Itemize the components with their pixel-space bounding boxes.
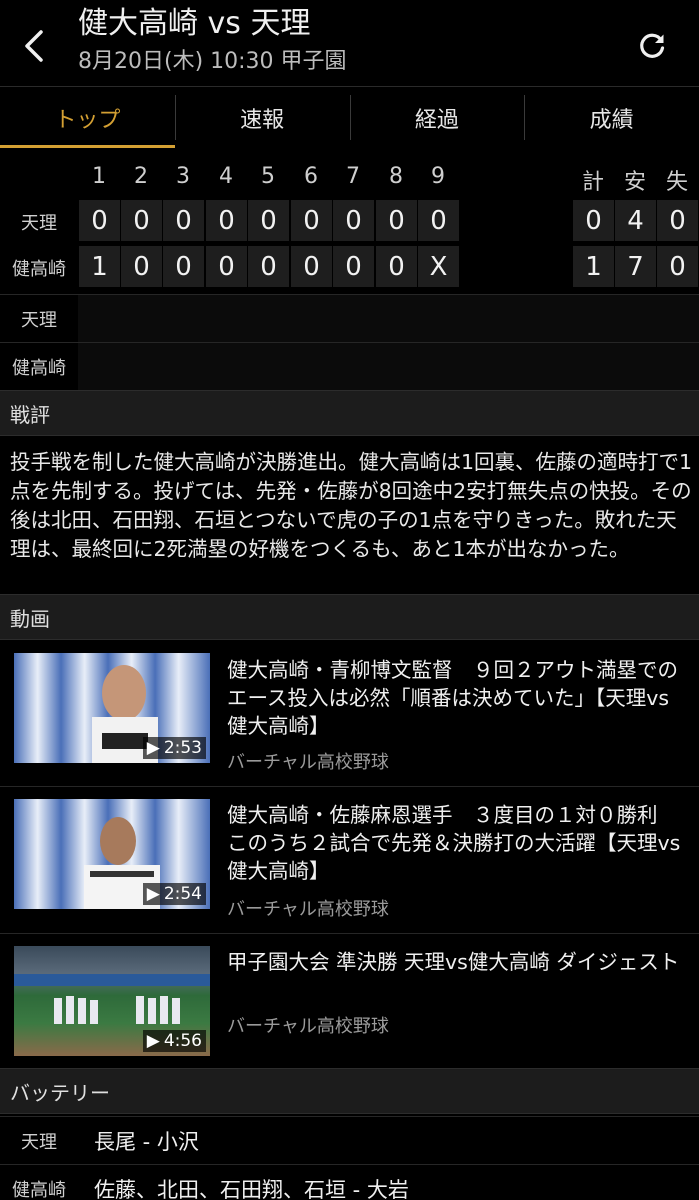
inning-score: 0 <box>291 246 332 287</box>
team-label: 天理 <box>21 309 57 331</box>
video-duration: ▶ 2:53 <box>142 737 206 759</box>
inning-header: 7 <box>346 164 360 189</box>
back-button[interactable] <box>14 20 54 72</box>
video-item[interactable]: ▶ 2:54 健大高崎・佐藤麻恩選手 ３度目の１対０勝利 このうち２試合で先発＆… <box>0 787 699 933</box>
inning-header: 1 <box>92 164 106 189</box>
inning-score: 0 <box>418 200 459 241</box>
inning-score: 0 <box>121 246 162 287</box>
team-label: 健高崎 <box>12 1179 66 1200</box>
pitcher-row: 天理 <box>0 294 699 342</box>
total-stat: 4 <box>615 200 656 241</box>
tab-stats[interactable]: 成績 <box>524 87 699 148</box>
pitcher-value <box>78 343 699 390</box>
play-icon: ▶ <box>146 738 160 758</box>
video-thumbnail: ▶ 4:56 <box>14 946 210 1056</box>
tab-live[interactable]: 速報 <box>174 87 350 148</box>
totals-header: 失 <box>665 170 688 195</box>
battery-value: 佐藤、北田、石田翔、石垣 - 大岩 <box>94 1177 409 1200</box>
total-stat: 0 <box>657 200 698 241</box>
team-label: 天理 <box>21 1131 57 1153</box>
video-thumbnail: ▶ 2:54 <box>14 799 210 909</box>
refresh-icon <box>640 33 665 58</box>
pitcher-row: 健高崎 <box>0 342 699 390</box>
inning-score: 0 <box>163 246 204 287</box>
game-review-text: 投手戦を制した健大高崎が決勝進出。健大高崎は1回裏、佐藤の適時打で1点を先制する… <box>10 450 693 561</box>
play-icon: ▶ <box>146 884 160 904</box>
refresh-button[interactable] <box>630 24 674 68</box>
tab-top[interactable]: トップ <box>0 87 175 148</box>
game-datetime-venue: 8月20日(木) 10:30 甲子園 <box>78 49 347 74</box>
inning-header: 2 <box>134 164 148 189</box>
inning-score: 0 <box>333 246 374 287</box>
video-duration: ▶ 2:54 <box>142 883 206 905</box>
inning-score: 0 <box>206 246 247 287</box>
inning-score: 0 <box>248 200 289 241</box>
total-stat: 0 <box>573 200 614 241</box>
team-name: 天理 <box>21 213 57 234</box>
inning-header: 4 <box>219 164 233 189</box>
inning-header: 8 <box>389 164 403 189</box>
section-header-battery: バッテリー <box>0 1068 699 1114</box>
inning-header: 9 <box>431 164 445 189</box>
battery-row: 健高崎 佐藤、北田、石田翔、石垣 - 大岩 <box>0 1164 699 1200</box>
total-stat: 0 <box>657 246 698 287</box>
total-stat: 1 <box>573 246 614 287</box>
pitcher-value <box>78 295 699 342</box>
inning-header: 3 <box>176 164 190 189</box>
inning-score: 0 <box>376 246 417 287</box>
scoreboard: 1 2 3 4 5 6 7 8 9 計安失天理 0 0 0 0 0 0 0 0 0 0 4 0 健高崎 1 0 0 0 0 0 0 0 X 1 7… <box>0 150 699 290</box>
inning-score: 0 <box>79 200 120 241</box>
inning-score: 0 <box>206 200 247 241</box>
inning-score: 1 <box>79 246 120 287</box>
totals-header: 安 <box>623 170 646 195</box>
video-item[interactable]: ▶ 4:56 甲子園大会 準決勝 天理vs健大高崎 ダイジェスト バーチャル高校… <box>0 934 699 1080</box>
inning-score: 0 <box>333 200 374 241</box>
video-source: バーチャル高校野球 <box>227 899 389 920</box>
play-icon: ▶ <box>146 1031 160 1051</box>
inning-score: 0 <box>376 200 417 241</box>
total-stat: 7 <box>615 246 656 287</box>
section-header-review: 戦評 <box>0 390 699 436</box>
inning-score: 0 <box>163 200 204 241</box>
video-title: 健大高崎・青柳博文監督 ９回２アウト満塁でのエース投入は必然「順番は決めていた」… <box>227 658 678 738</box>
video-source: バーチャル高校野球 <box>227 1016 389 1037</box>
team-label: 健高崎 <box>12 357 66 379</box>
inning-score: X <box>418 246 459 287</box>
video-thumbnail: ▶ 2:53 <box>14 653 210 763</box>
totals-header: 計 <box>581 170 604 195</box>
team-name: 健高崎 <box>12 259 66 280</box>
tab-progress[interactable]: 経過 <box>349 87 525 148</box>
inning-score: 0 <box>248 246 289 287</box>
video-duration: ▶ 4:56 <box>142 1030 206 1052</box>
battery-value: 長尾 - 小沢 <box>94 1129 199 1154</box>
video-title: 甲子園大会 準決勝 天理vs健大高崎 ダイジェスト <box>227 950 680 974</box>
video-source: バーチャル高校野球 <box>227 752 389 773</box>
app-header: 健大高崎 vs 天理 8月20日(木) 10:30 甲子園 <box>0 0 699 86</box>
chevron-left-icon <box>25 30 43 62</box>
inning-header: 6 <box>304 164 318 189</box>
battery-row: 天理 長尾 - 小沢 <box>0 1116 699 1164</box>
game-title: 健大高崎 vs 天理 <box>78 6 311 41</box>
video-item[interactable]: ▶ 2:53 健大高崎・青柳博文監督 ９回２アウト満塁でのエース投入は必然「順番… <box>0 640 699 786</box>
inning-score: 0 <box>291 200 332 241</box>
inning-score: 0 <box>121 200 162 241</box>
inning-header: 5 <box>261 164 275 189</box>
section-header-videos: 動画 <box>0 594 699 640</box>
tab-bar: トップ 速報 経過 成績 <box>0 86 699 148</box>
video-title: 健大高崎・佐藤麻恩選手 ３度目の１対０勝利 このうち２試合で先発＆決勝打の大活躍… <box>227 803 681 883</box>
